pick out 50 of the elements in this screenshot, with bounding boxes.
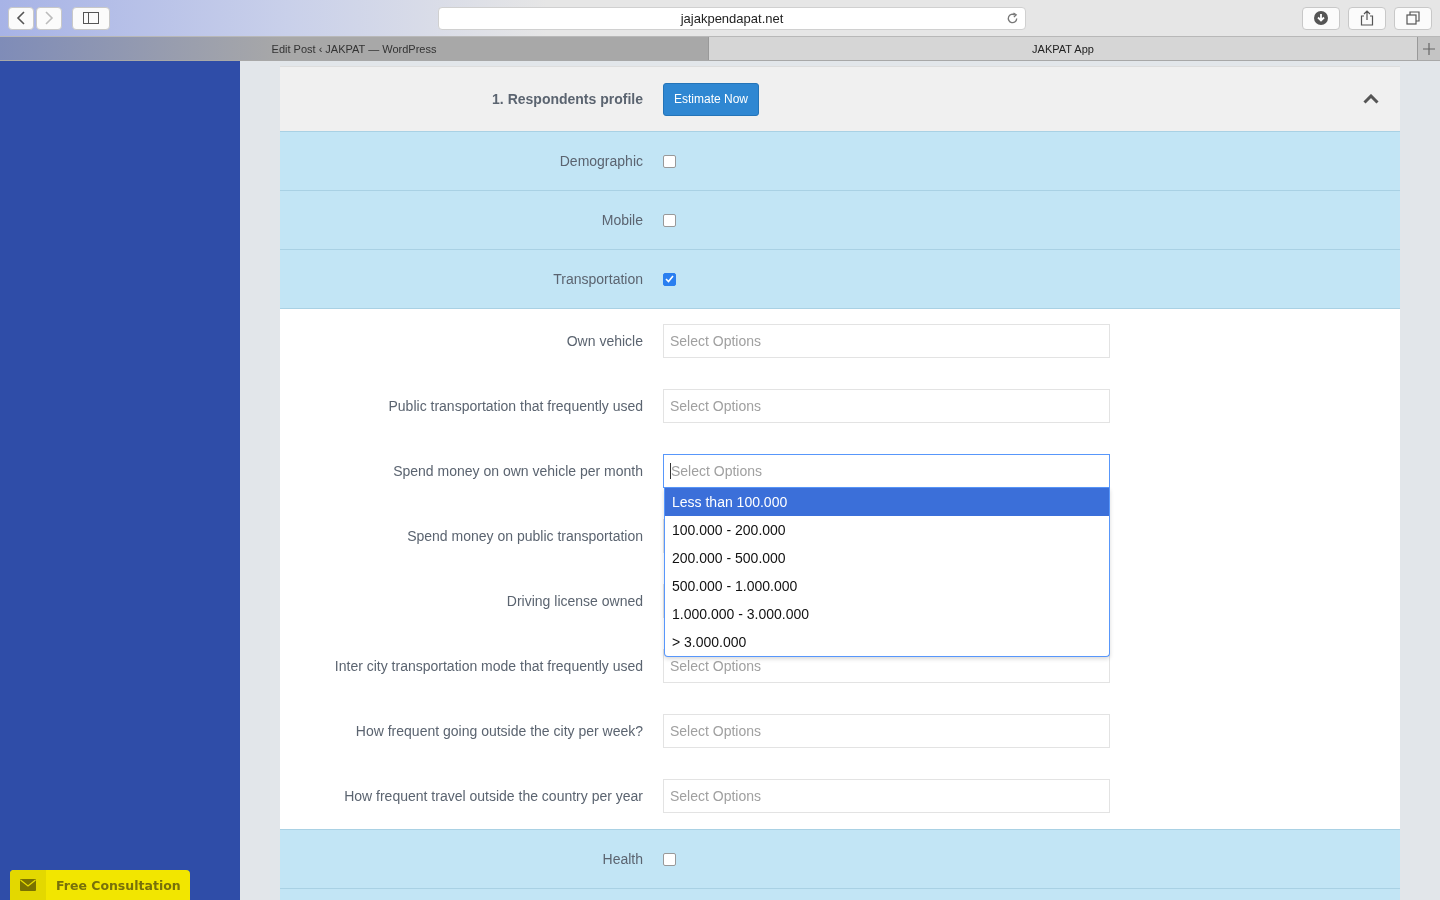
category-label: Demographic [559, 153, 643, 169]
field-label: Spend money on own vehicle per month [393, 463, 643, 479]
select-field[interactable]: Select Options [663, 779, 1110, 813]
forward-button[interactable] [36, 6, 62, 30]
checkbox[interactable] [663, 213, 676, 227]
tabs-button[interactable] [1394, 6, 1432, 30]
dropdown-option[interactable]: 200.000 - 500.000 [665, 544, 1109, 572]
new-tab-button[interactable] [1418, 37, 1440, 60]
envelope-icon [20, 879, 36, 891]
forward-icon [44, 11, 54, 25]
sidebar-icon [83, 12, 99, 24]
downloads-button[interactable] [1302, 6, 1340, 30]
estimate-now-button[interactable]: Estimate Now [663, 82, 760, 116]
checkbox[interactable] [663, 272, 676, 286]
select-field[interactable]: Select Options [663, 714, 1110, 748]
select-field[interactable]: Select Options [663, 454, 1110, 488]
section-title: 1. Respondents profile [492, 91, 643, 107]
address-bar[interactable]: jajakpendapat.net [438, 6, 1026, 30]
checkbox[interactable] [663, 154, 676, 168]
select-field[interactable]: Select Options [663, 324, 1110, 358]
plus-icon [1423, 42, 1435, 55]
field-label: How frequent going outside the city per week? [355, 723, 643, 739]
download-icon [1314, 11, 1328, 25]
field-label: Spend money on public transportation [407, 528, 643, 544]
reload-icon[interactable] [1006, 11, 1019, 25]
dropdown-option[interactable]: 100.000 - 200.000 [665, 516, 1109, 544]
url-text: jajakpendapat.net [680, 10, 784, 26]
free-consultation-button[interactable]: Free Consultation [10, 870, 190, 900]
category-label: Mobile [601, 212, 643, 228]
field-label: Public transportation that frequently used [388, 398, 643, 414]
dropdown-option[interactable]: 1.000.000 - 3.000.000 [665, 600, 1109, 628]
tabs-icon [1406, 11, 1420, 25]
field-label: Inter city transportation mode that frequently used [334, 658, 643, 674]
chevron-up-icon[interactable] [1363, 94, 1379, 104]
category-label: Health [602, 851, 643, 867]
field-label: Driving license owned [506, 593, 643, 609]
share-icon [1360, 10, 1374, 26]
dropdown-option[interactable]: 500.000 - 1.000.000 [665, 572, 1109, 600]
back-icon [16, 11, 26, 25]
share-button[interactable] [1348, 6, 1386, 30]
browser-tab[interactable]: JAKPAT App [709, 37, 1418, 60]
select-field[interactable]: Select Options [663, 389, 1110, 423]
back-button[interactable] [8, 6, 34, 30]
category-label: Transportation [553, 271, 643, 287]
sidebar-button[interactable] [72, 6, 110, 30]
dropdown-option[interactable]: Less than 100.000 [665, 488, 1109, 516]
field-label: How frequent travel outside the country per year [344, 788, 643, 804]
field-label: Own vehicle [566, 333, 643, 349]
browser-tab[interactable]: Edit Post ‹ JAKPAT — WordPress [0, 37, 709, 60]
checkbox[interactable] [663, 852, 676, 866]
